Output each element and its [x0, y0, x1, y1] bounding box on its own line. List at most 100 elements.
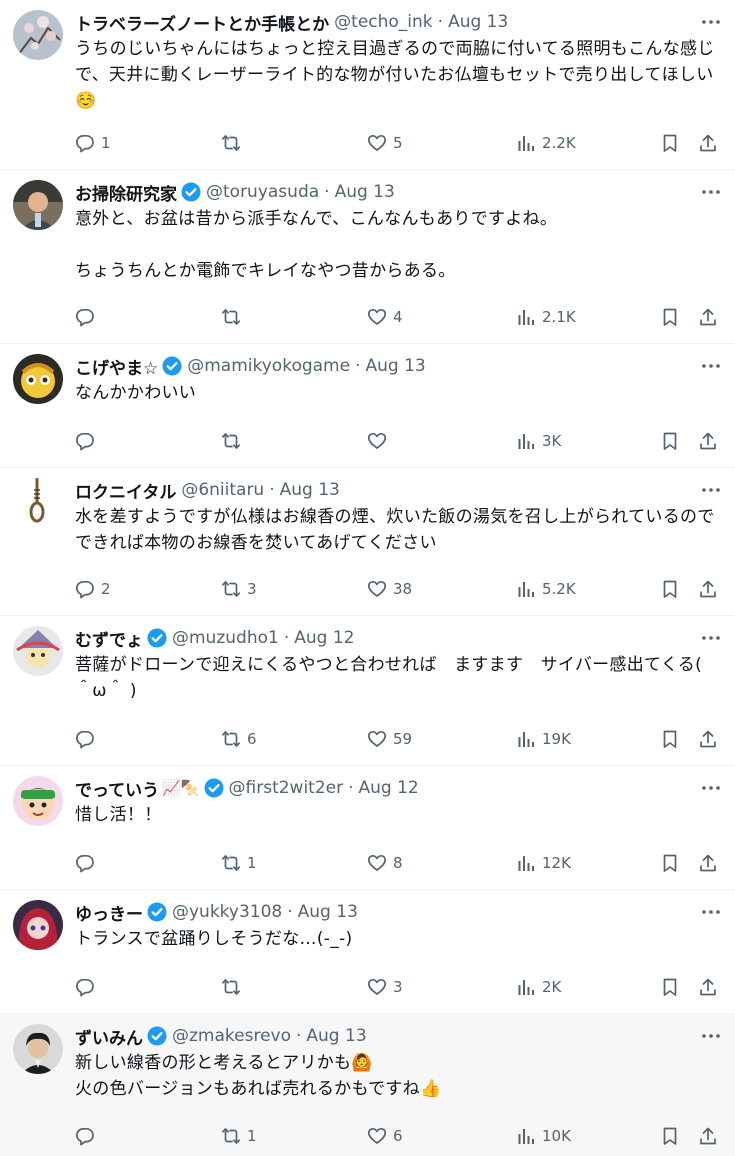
user-handle[interactable]: @zmakesrevo: [172, 1026, 291, 1046]
avatar[interactable]: [13, 478, 63, 528]
retweet-icon: [221, 581, 241, 597]
user-handle[interactable]: @toruyasuda: [206, 182, 319, 202]
tweet[interactable]: ロクニイタル @6niitaru · Aug 13 水を差すようですが仏様はお線香の煙、…: [0, 468, 735, 616]
verified-badge-icon: [181, 182, 201, 202]
views-button[interactable]: 2K: [516, 975, 561, 999]
post-date[interactable]: Aug 12: [359, 778, 419, 798]
retweet-button[interactable]: [221, 975, 247, 999]
share-button[interactable]: [698, 727, 718, 751]
retweet-button[interactable]: 6: [221, 727, 257, 751]
tweet[interactable]: トラベラーズノートとか手帳とか @techo_ink · Aug 13 うちのじいちゃん…: [0, 0, 735, 170]
user-handle[interactable]: @first2wit2er: [229, 778, 344, 798]
views-button[interactable]: 2.1K: [516, 305, 576, 329]
retweet-button[interactable]: [221, 131, 247, 155]
views-button[interactable]: 5.2K: [516, 577, 576, 601]
reply-button[interactable]: [75, 727, 101, 751]
tweet[interactable]: ずいみん @zmakesrevo · Aug 13 新しい線香の形と考えるとアリかも🙆 …: [0, 1014, 735, 1156]
user-handle[interactable]: @muzudho1: [172, 628, 279, 648]
post-date[interactable]: Aug 13: [448, 12, 508, 32]
like-button[interactable]: 5: [367, 131, 403, 155]
views-button[interactable]: 2.2K: [516, 131, 576, 155]
display-name[interactable]: こげやま☆: [75, 354, 158, 379]
views-button[interactable]: 3K: [516, 429, 561, 453]
user-handle[interactable]: @yukky3108: [172, 902, 282, 922]
verified-badge-icon: [162, 356, 182, 376]
like-button[interactable]: 38: [367, 577, 412, 601]
bookmark-button[interactable]: [660, 305, 680, 329]
avatar[interactable]: [13, 354, 63, 404]
more-options-button[interactable]: [699, 356, 723, 376]
post-date[interactable]: Aug 13: [306, 1026, 366, 1046]
share-button[interactable]: [698, 429, 718, 453]
post-date[interactable]: Aug 13: [298, 902, 358, 922]
more-options-button[interactable]: [699, 1026, 723, 1046]
share-button[interactable]: [698, 131, 718, 155]
tweet[interactable]: ゆっきー @yukky3108 · Aug 13 トランスで盆踊りしそうだな…(-_-)…: [0, 890, 735, 1014]
bookmark-button[interactable]: [660, 429, 680, 453]
more-options-button[interactable]: [699, 480, 723, 500]
reply-button[interactable]: [75, 851, 101, 875]
display-name[interactable]: トラベラーズノートとか手帳とか: [75, 10, 329, 35]
retweet-button[interactable]: 3: [221, 577, 257, 601]
display-name[interactable]: お掃除研究家: [75, 180, 177, 205]
tweet[interactable]: でっていう 📈🍢 @first2wit2er · Aug 12 惜し活！！ 1 8 12K: [0, 766, 735, 890]
avatar[interactable]: [13, 1024, 63, 1074]
retweet-button[interactable]: 1: [221, 1124, 257, 1148]
views-button[interactable]: 12K: [516, 851, 571, 875]
reply-button[interactable]: [75, 429, 101, 453]
avatar[interactable]: [13, 626, 63, 676]
share-button[interactable]: [698, 577, 718, 601]
post-date[interactable]: Aug 13: [280, 480, 340, 500]
retweet-button[interactable]: 1: [221, 851, 257, 875]
bookmark-button[interactable]: [660, 851, 680, 875]
avatar[interactable]: [13, 180, 63, 230]
display-name[interactable]: でっていう: [75, 776, 159, 801]
more-options-button[interactable]: [699, 778, 723, 798]
user-handle[interactable]: @techo_ink: [334, 12, 433, 32]
post-date[interactable]: Aug 13: [365, 356, 425, 376]
reply-button[interactable]: [75, 975, 101, 999]
display-name[interactable]: ずいみん: [75, 1024, 143, 1049]
views-button[interactable]: 10K: [516, 1124, 571, 1148]
more-options-button[interactable]: [699, 182, 723, 202]
share-button[interactable]: [698, 1124, 718, 1148]
bookmark-button[interactable]: [660, 975, 680, 999]
reply-button[interactable]: 2: [75, 577, 111, 601]
post-date[interactable]: Aug 12: [294, 628, 354, 648]
reply-icon: [75, 978, 94, 997]
more-options-button[interactable]: [699, 628, 723, 648]
reply-button[interactable]: 1: [75, 131, 111, 155]
retweet-button[interactable]: [221, 305, 247, 329]
like-button[interactable]: 59: [367, 727, 412, 751]
reply-button[interactable]: [75, 305, 101, 329]
tweet[interactable]: お掃除研究家 @toruyasuda · Aug 13 意外と、お盆は昔から派手なんで、…: [0, 170, 735, 344]
user-handle[interactable]: @mamikyokogame: [187, 356, 350, 376]
avatar[interactable]: [13, 776, 63, 826]
display-name[interactable]: むずでょ: [75, 626, 143, 651]
like-button[interactable]: 6: [367, 1124, 403, 1148]
bookmark-button[interactable]: [660, 1124, 680, 1148]
reply-button[interactable]: [75, 1124, 101, 1148]
user-handle[interactable]: @6niitaru: [181, 480, 264, 500]
bookmark-button[interactable]: [660, 577, 680, 601]
tweet[interactable]: むずでょ @muzudho1 · Aug 12 菩薩がドローンで迎えにくるやつと合わせれ…: [0, 616, 735, 766]
avatar[interactable]: [13, 900, 63, 950]
display-name[interactable]: ゆっきー: [75, 900, 143, 925]
avatar[interactable]: [13, 10, 63, 60]
display-name[interactable]: ロクニイタル: [75, 478, 176, 503]
more-options-button[interactable]: [699, 902, 723, 922]
like-button[interactable]: 8: [367, 851, 403, 875]
like-button[interactable]: [367, 429, 393, 453]
bookmark-button[interactable]: [660, 727, 680, 751]
bookmark-button[interactable]: [660, 131, 680, 155]
views-button[interactable]: 19K: [516, 727, 571, 751]
like-button[interactable]: 3: [367, 975, 403, 999]
share-button[interactable]: [698, 851, 718, 875]
share-button[interactable]: [698, 305, 718, 329]
retweet-button[interactable]: [221, 429, 247, 453]
like-button[interactable]: 4: [367, 305, 403, 329]
post-date[interactable]: Aug 13: [335, 182, 395, 202]
tweet[interactable]: こげやま☆ @mamikyokogame · Aug 13 なんかかわいい 3K: [0, 344, 735, 468]
share-button[interactable]: [698, 975, 718, 999]
more-options-button[interactable]: [699, 12, 723, 32]
